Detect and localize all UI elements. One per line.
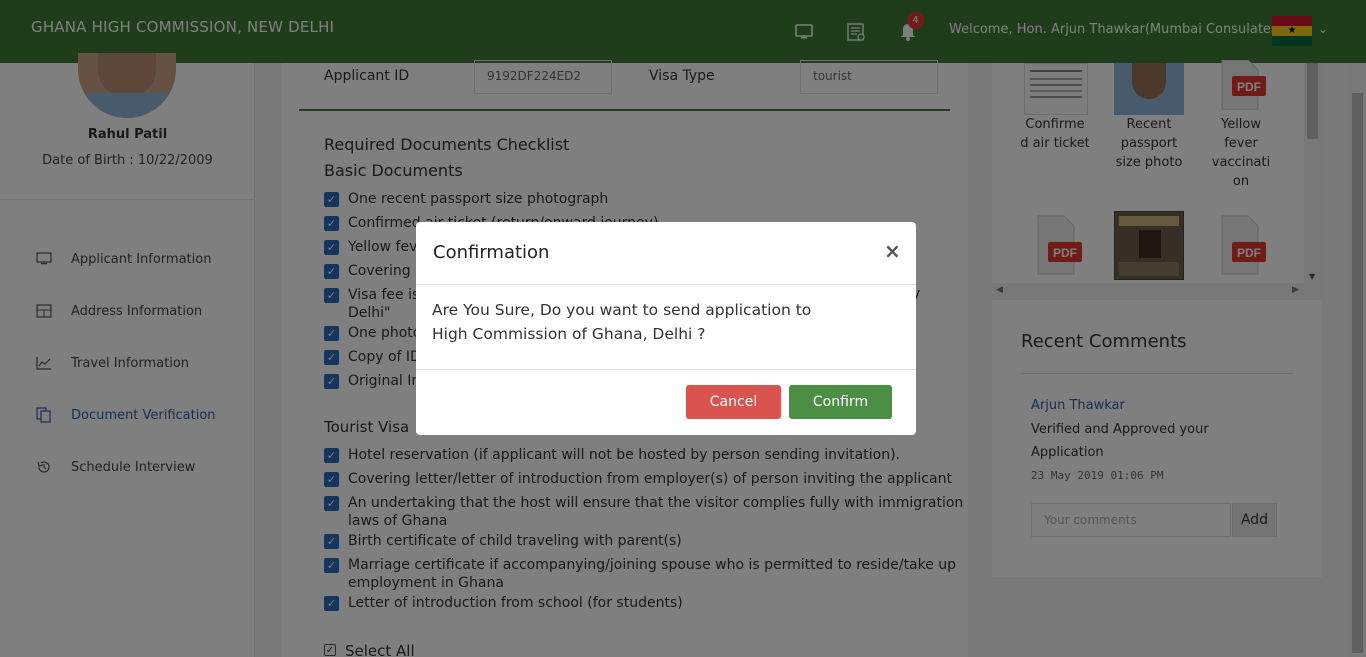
confirmation-dialog: Confirmation × Are You Sure, Do you want… <box>416 222 916 435</box>
dialog-title: Confirmation <box>433 242 550 263</box>
divider <box>416 284 916 285</box>
divider <box>416 369 916 370</box>
cancel-button[interactable]: Cancel <box>686 385 781 419</box>
confirm-button[interactable]: Confirm <box>789 385 892 419</box>
dialog-message: Are You Sure, Do you want to send applic… <box>432 301 812 343</box>
close-icon[interactable]: × <box>884 239 901 263</box>
